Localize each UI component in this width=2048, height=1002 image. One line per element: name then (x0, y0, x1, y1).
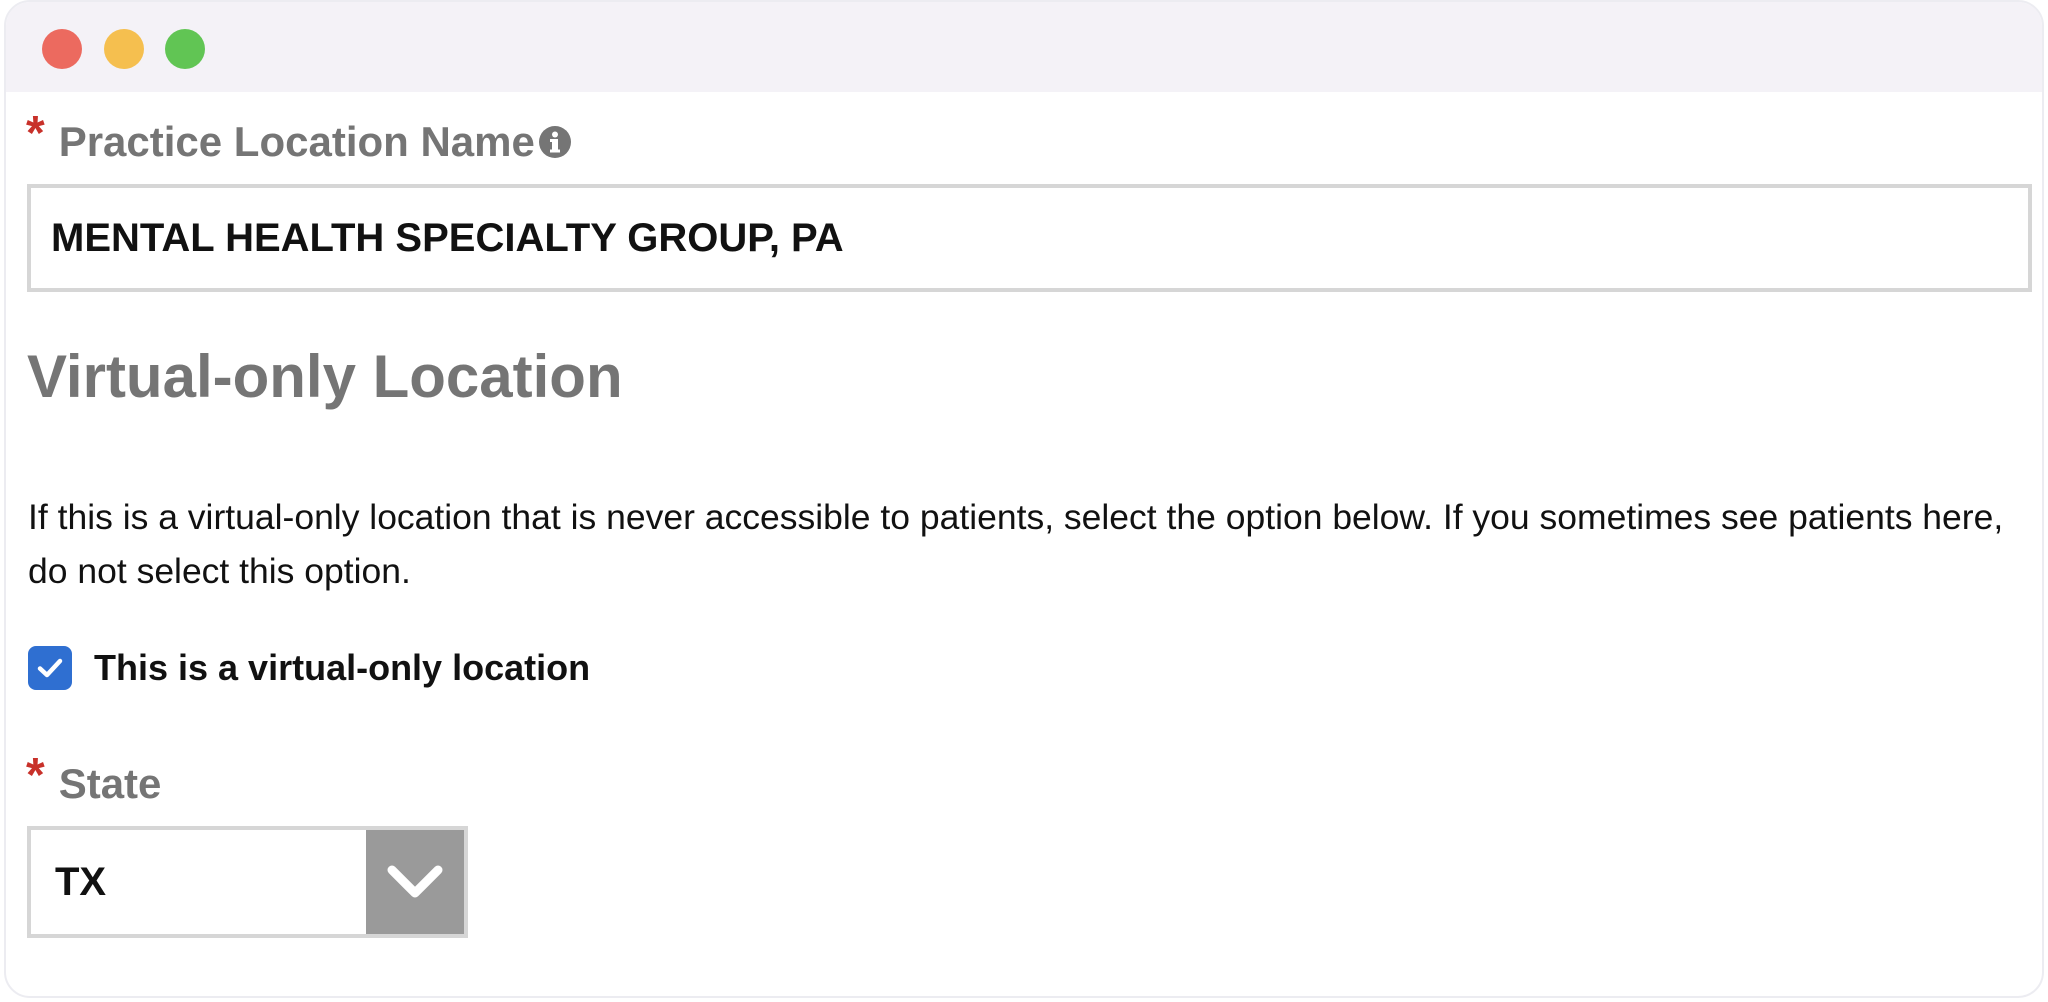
required-marker: * (26, 107, 45, 160)
state-select[interactable]: TX (27, 826, 468, 938)
virtual-only-description: If this is a virtual-only location that … (28, 497, 2004, 591)
state-label-text: State (58, 759, 162, 807)
virtual-only-checkbox-row[interactable]: This is a virtual-only location (28, 646, 590, 690)
virtual-only-heading: Virtual-only Location (27, 343, 623, 410)
info-circle-icon[interactable] (538, 125, 571, 158)
required-marker: * (26, 749, 45, 802)
form-content: * Practice Location Name Virtual-only Lo… (6, 92, 2042, 996)
virtual-only-checkbox[interactable] (28, 646, 72, 690)
practice-location-name-input[interactable] (27, 184, 2032, 292)
chevron-down-icon (387, 865, 443, 898)
minimize-window-button[interactable] (104, 29, 144, 69)
virtual-only-checkbox-label: This is a virtual-only location (94, 647, 591, 688)
window-titlebar (6, 2, 2042, 92)
practice-location-label: * Practice Location Name (26, 107, 571, 169)
app-window: * Practice Location Name Virtual-only Lo… (4, 0, 2044, 998)
state-selected-value: TX (55, 860, 107, 904)
checkmark-icon (37, 658, 63, 678)
practice-location-label-text: Practice Location Name (58, 117, 535, 165)
close-window-button[interactable] (42, 29, 82, 69)
state-label: * State (26, 749, 162, 811)
state-dropdown-button[interactable] (366, 830, 464, 934)
maximize-window-button[interactable] (165, 29, 205, 69)
